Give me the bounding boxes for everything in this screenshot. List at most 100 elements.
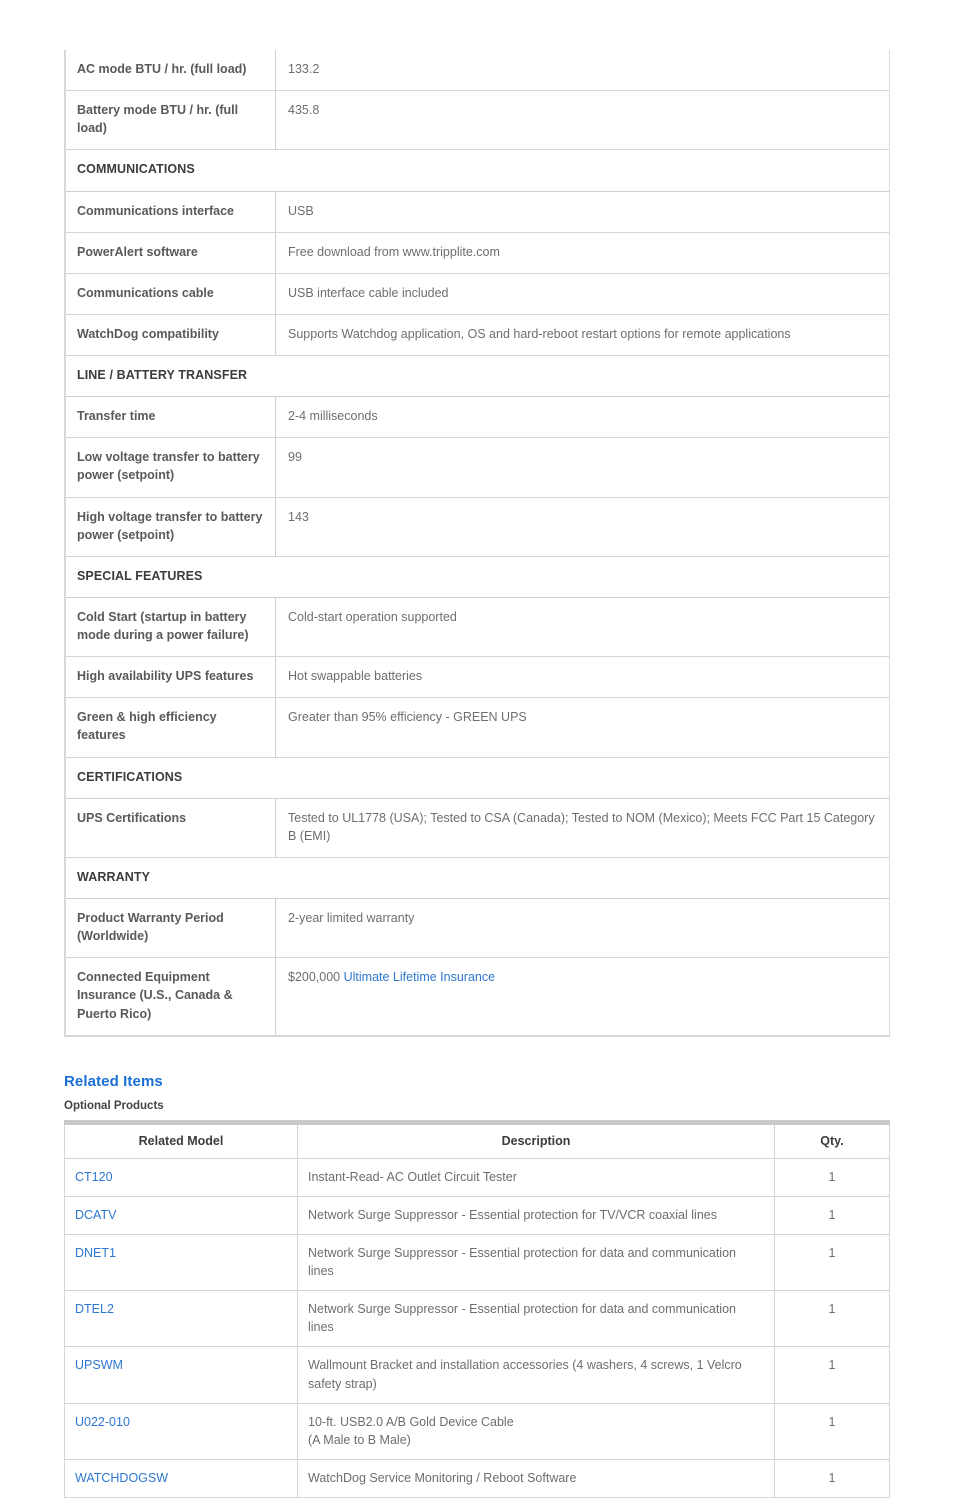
spec-value: 133.2 bbox=[275, 50, 889, 92]
spec-row: Communications interface USB bbox=[65, 191, 889, 233]
spec-label: Communications cable bbox=[65, 273, 276, 315]
related-description-cell: Network Surge Suppressor - Essential pro… bbox=[297, 1290, 775, 1348]
related-qty-cell: 1 bbox=[774, 1346, 890, 1404]
spec-row: PowerAlert software Free download from ww… bbox=[65, 232, 889, 274]
related-model-cell: UPSWM bbox=[64, 1346, 298, 1404]
related-items-table-body: CT120 Instant-Read- AC Outlet Circuit Tes… bbox=[64, 1158, 890, 1498]
ultimate-lifetime-insurance-link[interactable]: Ultimate Lifetime Insurance bbox=[344, 970, 495, 984]
spec-row: High voltage transfer to battery power (… bbox=[65, 497, 889, 557]
spec-row: Communications cable USB interface cable … bbox=[65, 273, 889, 315]
table-row: CT120 Instant-Read- AC Outlet Circuit Tes… bbox=[64, 1158, 890, 1197]
spec-section-row: SPECIAL FEATURES bbox=[65, 556, 889, 598]
spec-label: Communications interface bbox=[65, 191, 276, 233]
related-model-cell: DTEL2 bbox=[64, 1290, 298, 1348]
spec-label: PowerAlert software bbox=[65, 232, 276, 274]
header-related-model: Related Model bbox=[64, 1119, 298, 1159]
spec-row: Connected Equipment Insurance (U.S., Can… bbox=[65, 957, 889, 1036]
spec-label: Battery mode BTU / hr. (full load) bbox=[65, 90, 276, 151]
spec-label: Cold Start (startup in battery mode duri… bbox=[65, 597, 276, 658]
related-model-link[interactable]: U022-010 bbox=[75, 1415, 130, 1429]
related-model-link[interactable]: DTEL2 bbox=[75, 1302, 114, 1316]
related-model-cell: DCATV bbox=[64, 1196, 298, 1235]
spec-value-text: $200,000 bbox=[288, 970, 344, 985]
spec-label: WatchDog compatibility bbox=[65, 314, 276, 357]
spec-value: Tested to UL1778 (USA); Tested to CSA (C… bbox=[275, 798, 889, 858]
table-row: DTEL2 Network Surge Suppressor - Essentia… bbox=[64, 1290, 890, 1348]
spec-row: Green & high efficiency features Greater … bbox=[65, 697, 889, 758]
spec-value: 99 bbox=[275, 437, 889, 498]
spec-value: $200,000 Ultimate Lifetime Insurance bbox=[275, 957, 889, 1036]
table-row: U022-010 10-ft. USB2.0 A/B Gold Device Ca… bbox=[64, 1403, 890, 1460]
spec-label: High availability UPS features bbox=[65, 656, 276, 699]
spec-section-row: CERTIFICATIONS bbox=[65, 757, 889, 799]
related-qty-cell: 1 bbox=[774, 1196, 890, 1235]
related-items-heading: Related Items bbox=[64, 1072, 163, 1090]
spec-row: Battery mode BTU / hr. (full load) 435.8 bbox=[65, 90, 889, 151]
related-description-cell: Wallmount Bracket and installation acces… bbox=[297, 1346, 775, 1404]
spec-row: Transfer time 2-4 milliseconds bbox=[65, 396, 889, 439]
table-row: DCATV Network Surge Suppressor - Essentia… bbox=[64, 1196, 890, 1235]
related-qty-cell: 1 bbox=[774, 1403, 890, 1460]
spec-value: USB interface cable included bbox=[275, 273, 889, 315]
related-model-cell: CT120 bbox=[64, 1158, 298, 1197]
spec-section-row: COMMUNICATIONS bbox=[65, 149, 889, 192]
header-description: Description bbox=[297, 1119, 775, 1159]
related-description-cell: Network Surge Suppressor - Essential pro… bbox=[297, 1196, 775, 1235]
related-model-cell: U022-010 bbox=[64, 1403, 298, 1460]
spec-value: Hot swappable batteries bbox=[275, 656, 889, 699]
spec-value: 2-year limited warranty bbox=[275, 898, 889, 959]
spec-value: 435.8 bbox=[275, 90, 889, 151]
spec-section-title: CERTIFICATIONS bbox=[65, 757, 889, 799]
related-qty-cell: 1 bbox=[774, 1158, 890, 1197]
product-spec-page: AC mode BTU / hr. (full load) 133.2 Batter… bbox=[0, 0, 954, 1498]
specifications-table: AC mode BTU / hr. (full load) 133.2 Batter… bbox=[65, 50, 889, 1036]
spec-value: USB bbox=[275, 191, 889, 233]
table-row: WATCHDOGSW WatchDog Service Monitoring / … bbox=[64, 1459, 890, 1498]
related-description-cell: 10-ft. USB2.0 A/B Gold Device Cable (A Ma… bbox=[297, 1403, 775, 1460]
spec-value: Cold-start operation supported bbox=[275, 597, 889, 658]
spec-label: UPS Certifications bbox=[65, 798, 276, 858]
related-description-line-1: 10-ft. USB2.0 A/B Gold Device Cable bbox=[308, 1414, 514, 1429]
spec-row: Product Warranty Period (Worldwide) 2-yea… bbox=[65, 898, 889, 959]
table-row: UPSWM Wallmount Bracket and installation … bbox=[64, 1346, 890, 1404]
related-model-link[interactable]: CT120 bbox=[75, 1170, 113, 1184]
spec-section-title: SPECIAL FEATURES bbox=[65, 556, 889, 598]
related-qty-cell: 1 bbox=[774, 1234, 890, 1292]
spec-row: AC mode BTU / hr. (full load) 133.2 bbox=[65, 50, 889, 92]
optional-products-label: Optional Products bbox=[64, 1099, 164, 1112]
table-row: DNET1 Network Surge Suppressor - Essentia… bbox=[64, 1234, 890, 1292]
related-description-cell: Network Surge Suppressor - Essential pro… bbox=[297, 1234, 775, 1292]
related-items-table: Related Model Description Qty. CT120 Inst… bbox=[64, 1119, 890, 1498]
spec-label: Product Warranty Period (Worldwide) bbox=[65, 898, 276, 959]
spec-row: Cold Start (startup in battery mode duri… bbox=[65, 597, 889, 658]
spec-row: WatchDog compatibility Supports Watchdog … bbox=[65, 314, 889, 357]
specifications-table-container: AC mode BTU / hr. (full load) 133.2 Batter… bbox=[64, 50, 890, 1037]
spec-section-title: LINE / BATTERY TRANSFER bbox=[65, 355, 889, 398]
related-items-table-head: Related Model Description Qty. bbox=[64, 1119, 890, 1159]
related-model-cell: DNET1 bbox=[64, 1234, 298, 1292]
related-model-link[interactable]: DNET1 bbox=[75, 1246, 116, 1260]
spec-value: Free download from www.tripplite.com bbox=[275, 232, 889, 274]
related-model-link[interactable]: WATCHDOGSW bbox=[75, 1471, 168, 1485]
spec-label: High voltage transfer to battery power (… bbox=[65, 497, 276, 557]
related-qty-cell: 1 bbox=[774, 1290, 890, 1348]
spec-section-row: LINE / BATTERY TRANSFER bbox=[65, 355, 889, 398]
spec-label: Transfer time bbox=[65, 396, 276, 439]
spec-label: Green & high efficiency features bbox=[65, 697, 276, 758]
spec-row: Low voltage transfer to battery power (s… bbox=[65, 437, 889, 498]
related-model-cell: WATCHDOGSW bbox=[64, 1459, 298, 1498]
related-model-link[interactable]: DCATV bbox=[75, 1208, 116, 1222]
spec-label: Connected Equipment Insurance (U.S., Can… bbox=[65, 957, 276, 1036]
spec-value: Greater than 95% efficiency - GREEN UPS bbox=[275, 697, 889, 758]
related-description-cell: WatchDog Service Monitoring / Reboot Sof… bbox=[297, 1459, 775, 1498]
related-qty-cell: 1 bbox=[828, 1470, 836, 1485]
spec-section-title: COMMUNICATIONS bbox=[65, 149, 889, 192]
related-model-link[interactable]: UPSWM bbox=[75, 1358, 123, 1372]
related-items-header-row: Related Model Description Qty. bbox=[64, 1119, 890, 1159]
header-qty: Qty. bbox=[774, 1119, 890, 1159]
spec-row: UPS Certifications Tested to UL1778 (USA)… bbox=[65, 798, 889, 858]
spec-section-row: WARRANTY bbox=[65, 857, 889, 900]
related-description-cell: Instant-Read- AC Outlet Circuit Tester bbox=[297, 1158, 775, 1197]
spec-section-title: WARRANTY bbox=[65, 857, 889, 900]
spec-value: 2-4 milliseconds bbox=[275, 396, 889, 439]
